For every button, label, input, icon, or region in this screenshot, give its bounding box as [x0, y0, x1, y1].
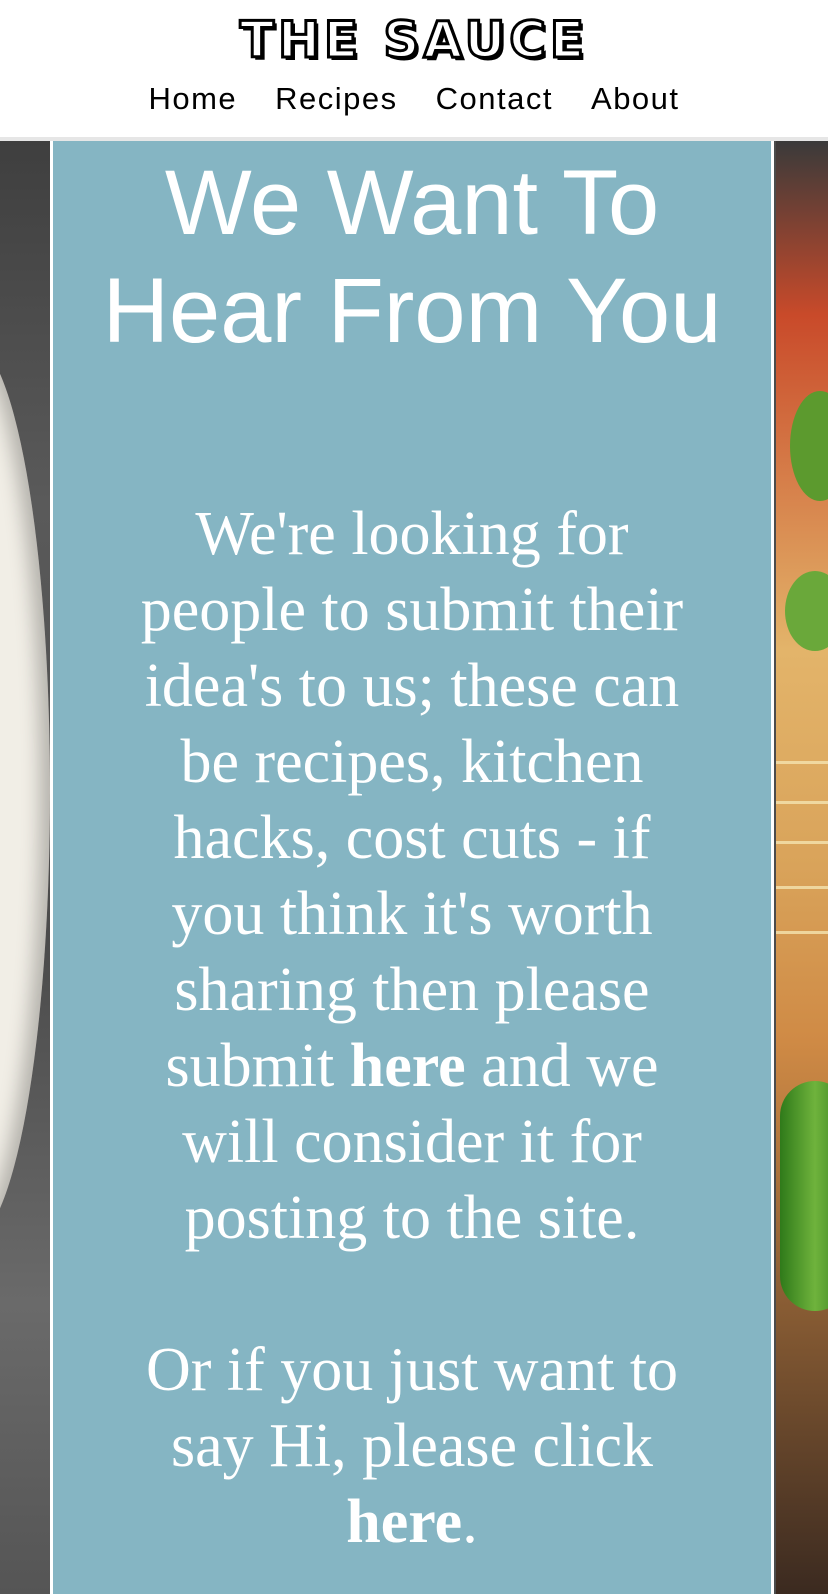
noodle-image	[776, 841, 828, 844]
nav-about-link[interactable]: About	[591, 76, 680, 122]
contact-message: We're looking for people to submit their…	[123, 496, 701, 1560]
nav-recipes-link[interactable]: Recipes	[275, 76, 398, 122]
contact-panel: We Want To Hear From You We're looking f…	[50, 141, 774, 1594]
background-right-strip	[776, 141, 828, 1594]
pepper-image	[780, 1081, 828, 1311]
site-header: THE SAUCE Home Recipes Contact About	[0, 0, 828, 141]
site-logo[interactable]: THE SAUCE	[0, 8, 828, 72]
submit-idea-link[interactable]: here	[350, 1032, 466, 1100]
paragraph-2-text-end: .	[462, 1488, 478, 1556]
noodle-image	[776, 931, 828, 934]
paragraph-1-text: We're looking for people to submit their…	[140, 500, 684, 1100]
paragraph-2-text: Or if you just want to say Hi, please cl…	[145, 1336, 679, 1480]
say-hi-link[interactable]: here	[346, 1488, 462, 1556]
main-nav: Home Recipes Contact About	[0, 76, 828, 122]
page-headline: We Want To Hear From You	[102, 152, 722, 362]
noodle-image	[776, 761, 828, 764]
nav-home-link[interactable]: Home	[148, 76, 237, 122]
nav-contact-link[interactable]: Contact	[436, 76, 553, 122]
noodle-image	[776, 801, 828, 804]
noodle-image	[776, 886, 828, 889]
